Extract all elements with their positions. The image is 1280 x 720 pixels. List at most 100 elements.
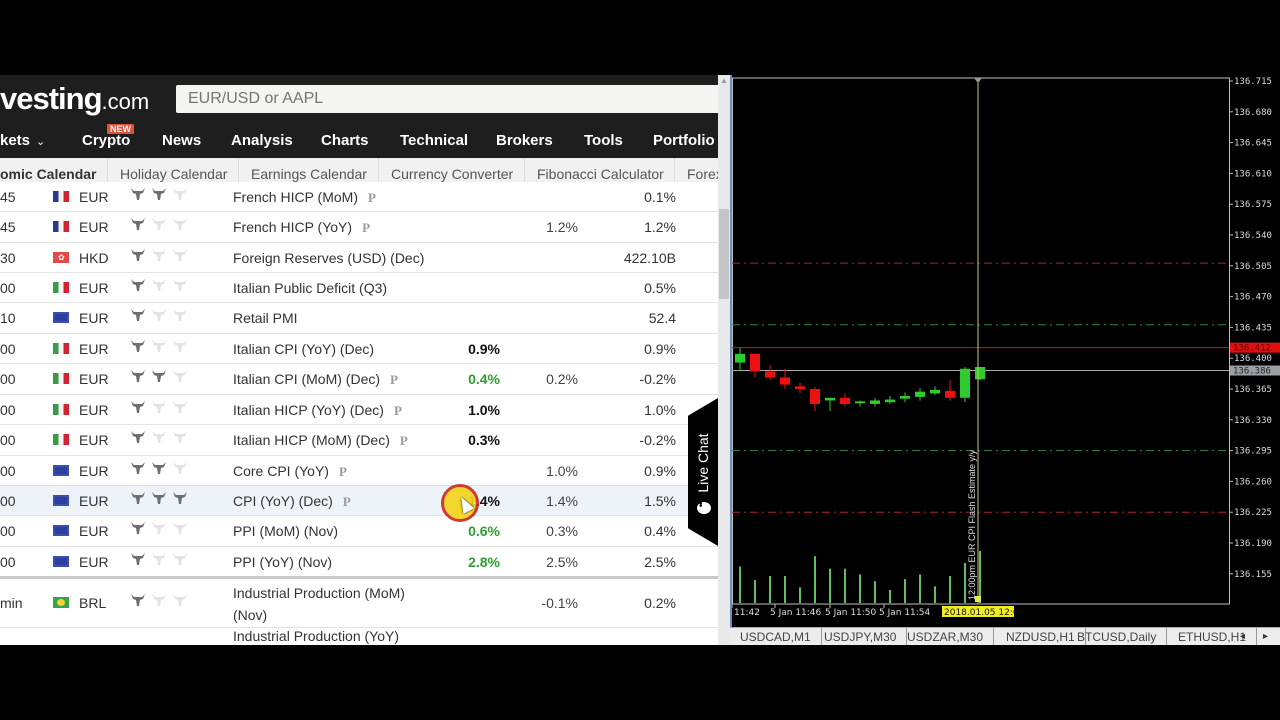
calendar-row[interactable]: 30 ✿ HKD Foreign Reserves (USD) (Dec) 422.10… [0, 243, 718, 273]
nav-crypto[interactable]: Crypto [82, 124, 130, 158]
nav-charts[interactable]: Charts [321, 124, 369, 158]
bullish-candle[interactable] [930, 389, 940, 394]
chart-tab[interactable]: BTCUSD,Daily [1067, 628, 1168, 646]
calendar-row[interactable]: min BRL Industrial Production (MoM) (Nov) -… [0, 579, 718, 628]
bull-icon [173, 340, 187, 353]
bullish-candle[interactable] [855, 401, 865, 404]
event-name[interactable]: Foreign Reserves (USD) (Dec) [233, 247, 433, 269]
currency-code: EUR [79, 189, 109, 205]
event-label[interactable]: Retail PMI [233, 310, 298, 326]
bearish-candle[interactable] [795, 386, 805, 389]
event-label[interactable]: Foreign Reserves (USD) (Dec) [233, 250, 424, 266]
bullish-candle[interactable] [870, 400, 880, 404]
chart-tab[interactable]: USDZAR,M30 [897, 628, 995, 646]
country-flag-hk: ✿ [53, 252, 69, 263]
event-label[interactable]: Italian Public Deficit (Q3) [233, 280, 387, 296]
event-label[interactable]: Industrial Production (MoM) (Nov) [233, 585, 405, 623]
candlestick-chart[interactable]: 136.715 136.680 136.645 136.610 136.575 136.5… [732, 75, 1280, 627]
event-label[interactable]: PPI (MoM) (Nov) [233, 523, 338, 539]
event-label[interactable]: Italian HICP (MoM) (Dec) [233, 432, 390, 448]
bullish-candle[interactable] [735, 353, 745, 363]
mt4-chart-window[interactable]: 136.715 136.680 136.645 136.610 136.575 136.5… [730, 75, 1280, 645]
bearish-candle[interactable] [780, 377, 790, 385]
nav-markets[interactable]: kets ⌄ [0, 124, 45, 158]
bearish-candle[interactable] [765, 371, 775, 378]
bearish-candle[interactable] [750, 353, 760, 372]
chart-tab[interactable]: USDCAD,M1 [730, 628, 822, 646]
bullish-candle[interactable] [900, 396, 910, 399]
live-chat-button[interactable]: Live Chat [688, 398, 718, 546]
letterbox [0, 645, 1280, 720]
event-name[interactable]: Italian HICP (YoY) (Dec) P [233, 399, 433, 422]
calendar-row[interactable]: 00 EUR Core CPI (YoY) P 1.0% 0.9% [0, 456, 718, 486]
event-name[interactable]: French HICP (MoM) P [233, 186, 433, 209]
country-flag-it [53, 373, 69, 384]
bullish-candle[interactable] [960, 368, 970, 398]
event-label[interactable]: French HICP (YoY) [233, 219, 352, 235]
preliminary-badge: P [367, 190, 376, 205]
tab-scroll-right-icon[interactable]: ▸ [1263, 628, 1268, 646]
price-axis-label: 136.295 [1234, 447, 1272, 457]
event-name[interactable]: Industrial Production (YoY) [233, 625, 433, 645]
event-name[interactable]: Italian HICP (MoM) (Dec) P [233, 429, 433, 452]
calendar-row[interactable]: Industrial Production (YoY) [0, 628, 718, 645]
event-label[interactable]: Italian HICP (YoY) (Dec) [233, 402, 384, 418]
event-name[interactable]: PPI (YoY) (Nov) [233, 551, 433, 573]
bull-icon [131, 249, 145, 262]
crosshair-marker-icon [974, 78, 982, 83]
scrollbar-thumb[interactable] [719, 209, 729, 299]
calendar-row[interactable]: 45 EUR French HICP (MoM) P 0.1% [0, 182, 718, 212]
nav-technical[interactable]: Technical [400, 124, 468, 158]
calendar-row[interactable]: 00 EUR Italian CPI (MoM) (Dec) P 0.4% 0.2% -0.… [0, 364, 718, 395]
bullish-candle[interactable] [825, 397, 835, 401]
event-label[interactable]: Italian CPI (YoY) (Dec) [233, 341, 374, 357]
plot-frame [732, 77, 1230, 605]
event-name[interactable]: Italian CPI (MoM) (Dec) P [233, 368, 433, 391]
calendar-row[interactable]: 00 EUR Italian CPI (YoY) (Dec) 0.9% 0.9% [0, 334, 718, 364]
chart-tab[interactable]: USDJPY,M30 [814, 628, 908, 646]
event-label[interactable]: Italian CPI (MoM) (Dec) [233, 371, 380, 387]
calendar-row[interactable]: 00 EUR PPI (MoM) (Nov) 0.6% 0.3% 0.4% [0, 516, 718, 547]
bullish-candle[interactable] [975, 367, 985, 380]
bullish-candle[interactable] [915, 391, 925, 397]
site-logo[interactable]: vesting.com [0, 81, 149, 117]
event-label[interactable]: Industrial Production (YoY) [233, 628, 399, 644]
calendar-row[interactable]: 00 EUR CPI (YoY) (Dec) P 1.4% 1.4% 1.5% [0, 486, 718, 516]
calendar-row[interactable]: 00 EUR PPI (YoY) (Nov) 2.8% 2.5% 2.5% [0, 547, 718, 579]
scroll-up-icon[interactable]: ▲ [718, 75, 730, 87]
forecast-value: 2.5% [546, 554, 578, 570]
tab-scroll-left-icon[interactable]: ◂ [1240, 628, 1245, 646]
bearish-candle[interactable] [810, 389, 820, 404]
search-input[interactable] [176, 85, 718, 113]
nav-news[interactable]: News [162, 124, 201, 158]
calendar-row[interactable]: 10 EUR Retail PMI 52.4 [0, 303, 718, 334]
calendar-row[interactable]: 00 EUR Italian HICP (YoY) (Dec) P 1.0% 1.0% [0, 395, 718, 425]
event-name[interactable]: Industrial Production (MoM) (Nov) [233, 582, 433, 626]
investing-web-page: vesting.com kets⌄ NEW Crypto News Analys… [0, 75, 718, 645]
event-label[interactable]: CPI (YoY) (Dec) [233, 493, 333, 509]
price-axis-label: 136.190 [1234, 539, 1272, 549]
event-name[interactable]: Retail PMI [233, 307, 433, 329]
nav-brokers[interactable]: Brokers [496, 124, 553, 158]
event-name[interactable]: CPI (YoY) (Dec) P [233, 490, 433, 513]
calendar-row[interactable]: 45 EUR French HICP (YoY) P 1.2% 1.2% [0, 212, 718, 243]
page-scrollbar[interactable]: ▲ [718, 75, 730, 645]
event-name[interactable]: Italian Public Deficit (Q3) [233, 277, 433, 299]
bearish-candle[interactable] [840, 397, 850, 404]
event-name[interactable]: PPI (MoM) (Nov) [233, 520, 433, 542]
event-name[interactable]: Italian CPI (YoY) (Dec) [233, 338, 433, 360]
bid-price-label: 136.412 [1233, 344, 1271, 354]
bearish-candle[interactable] [945, 390, 955, 398]
nav-analysis[interactable]: Analysis [231, 124, 293, 158]
calendar-row[interactable]: 00 EUR Italian HICP (MoM) (Dec) P 0.3% -0.2% [0, 425, 718, 456]
bullish-candle[interactable] [885, 399, 895, 403]
event-label[interactable]: PPI (YoY) (Nov) [233, 554, 332, 570]
event-label[interactable]: French HICP (MoM) [233, 189, 358, 205]
preliminary-badge: P [338, 464, 347, 479]
calendar-row[interactable]: 00 EUR Italian Public Deficit (Q3) 0.5% [0, 273, 718, 303]
nav-tools[interactable]: Tools [584, 124, 623, 158]
event-label[interactable]: Core CPI (YoY) [233, 463, 329, 479]
event-name[interactable]: Core CPI (YoY) P [233, 460, 433, 483]
nav-portfolio[interactable]: Portfolio [653, 124, 715, 158]
event-name[interactable]: French HICP (YoY) P [233, 216, 433, 239]
